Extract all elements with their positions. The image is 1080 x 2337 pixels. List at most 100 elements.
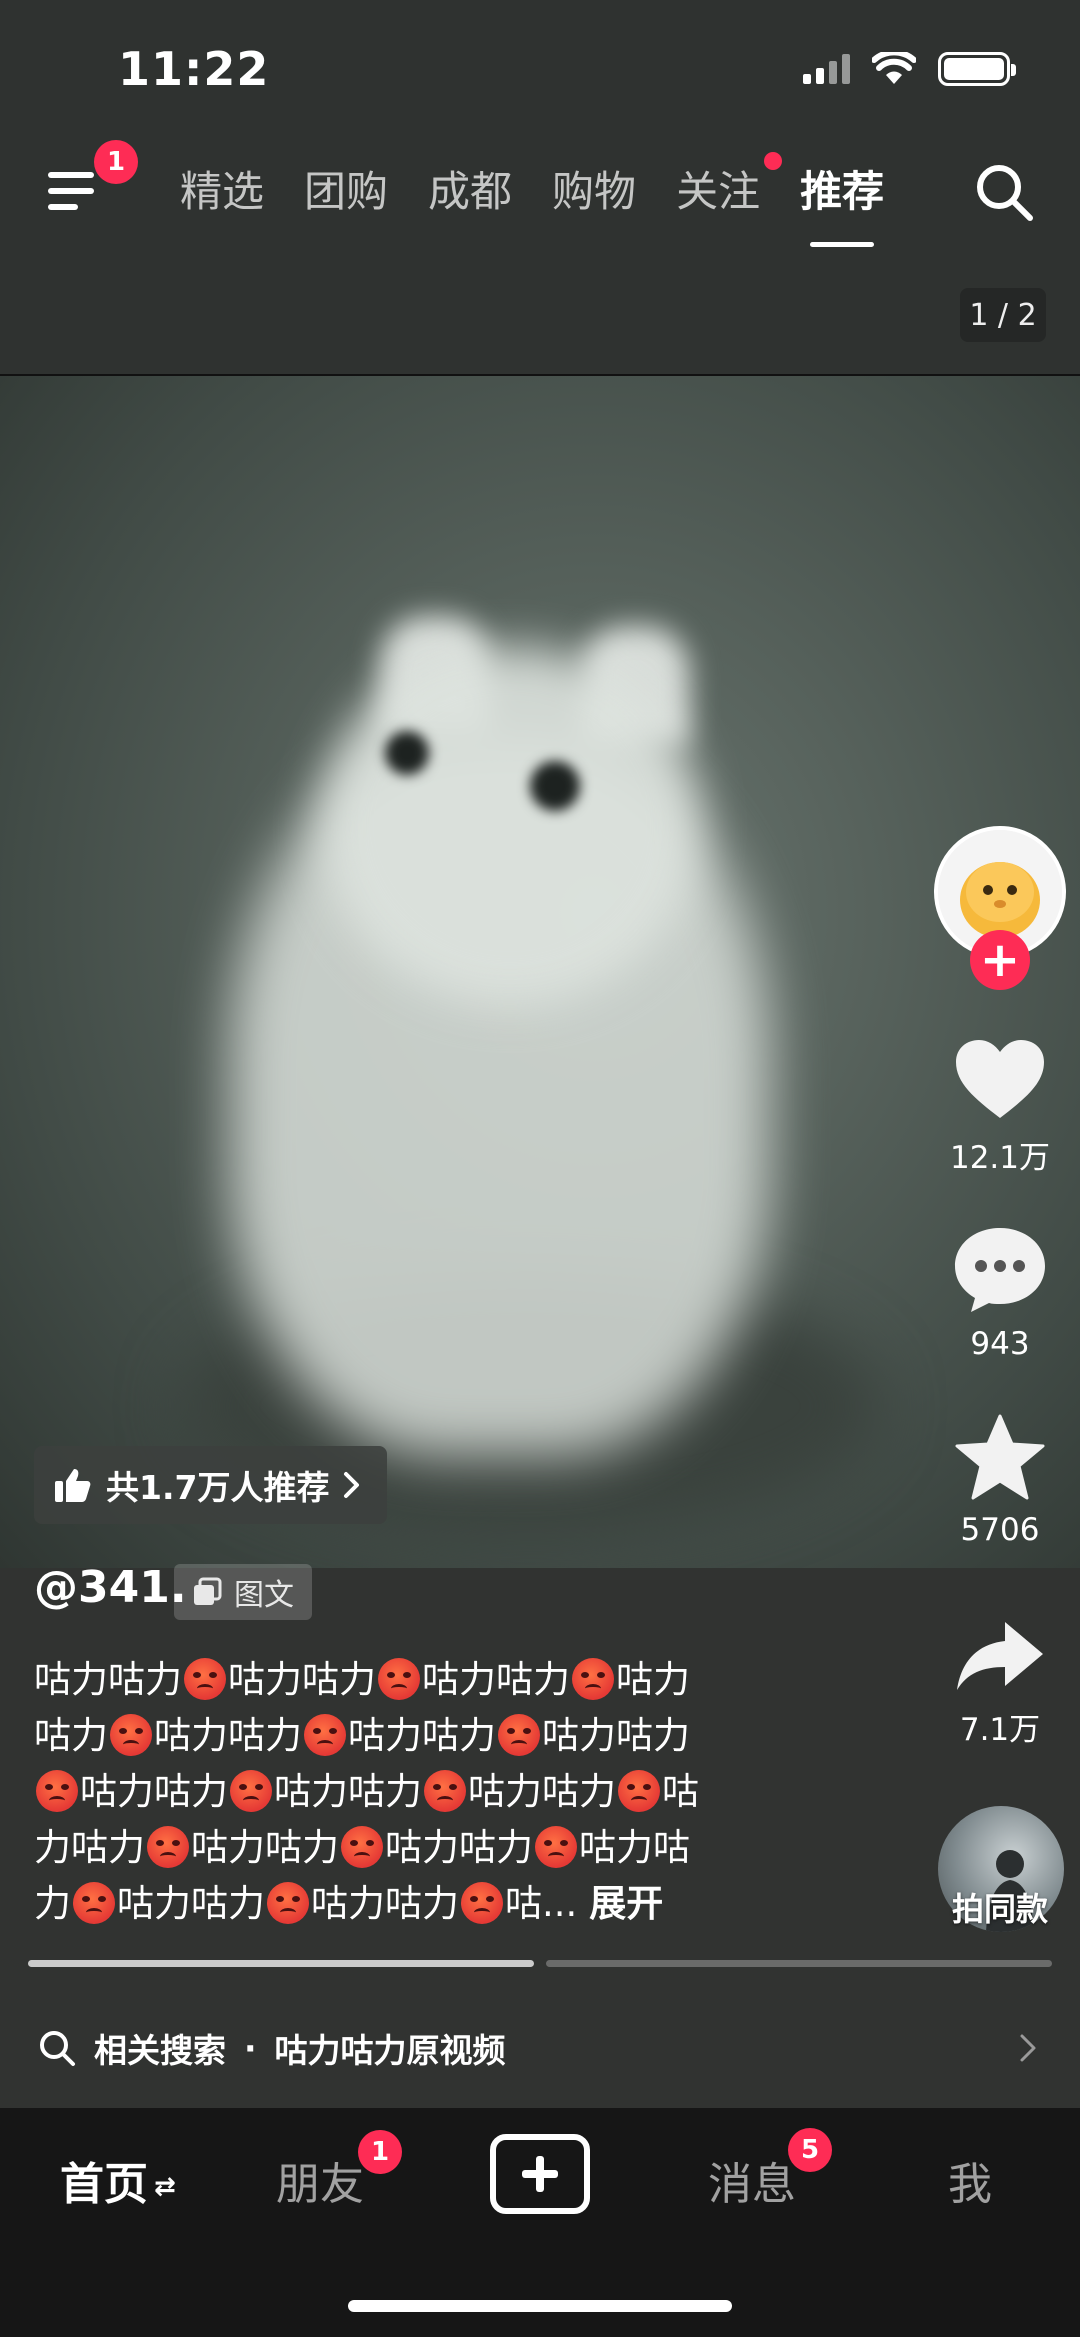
messages-badge: 5 [788, 2128, 832, 2172]
tab-chengdu[interactable]: 成都 [428, 158, 512, 219]
image-progress-1 [28, 1960, 534, 1967]
create-button[interactable] [490, 2134, 590, 2214]
menu-button[interactable] [48, 168, 98, 214]
related-search[interactable]: 相关搜索 · 咕力咕力原视频 [38, 2024, 506, 2072]
caption-seg: 咕力咕力 [154, 1714, 302, 1757]
tab-featured[interactable]: 精选 [180, 158, 264, 219]
post-type-label: 图文 [234, 1578, 294, 1613]
top-tabs: 精选 团购 成都 购物 关注 推荐 [180, 152, 884, 247]
tab-recommended[interactable]: 推荐 [800, 158, 884, 247]
caption-seg: 咕力咕力 [191, 1826, 339, 1869]
friends-badge: 1 [358, 2130, 402, 2174]
angry-emoji-icon [461, 1882, 503, 1924]
battery-icon [938, 52, 1016, 86]
hamster-eye-left [385, 731, 429, 775]
cellular-signal-icon [803, 54, 850, 84]
caption-seg: 咕力咕力 [311, 1882, 459, 1925]
angry-emoji-icon [535, 1826, 577, 1868]
image-progress-2 [546, 1960, 1052, 1967]
caption-seg: 咕力咕力 [348, 1714, 496, 1757]
caption-seg: 咕力咕力 [80, 1770, 228, 1813]
angry-emoji-icon [230, 1770, 272, 1812]
caption-seg: 咕力咕力 [385, 1826, 533, 1869]
heart-icon [956, 1040, 1044, 1118]
caption-seg: 咕... [505, 1882, 578, 1925]
favorite-action[interactable]: 5706 [940, 1414, 1060, 1548]
share-action[interactable]: 7.1万 [940, 1620, 1060, 1749]
chevron-right-icon[interactable] [1018, 2032, 1038, 2064]
caption-seg: 力 [34, 1882, 71, 1925]
caption-seg: 咕力咕力 [228, 1658, 376, 1701]
plus-icon [522, 2156, 558, 2192]
comment-count: 943 [970, 1326, 1030, 1362]
following-dot [764, 152, 783, 170]
caption-seg: 咕力咕力 [117, 1882, 265, 1925]
angry-emoji-icon [110, 1714, 152, 1756]
menu-icon [48, 172, 94, 178]
hamster-eye-right [530, 761, 580, 811]
gallery-icon [194, 1577, 222, 1605]
caption-seg: 咕力咕 [579, 1826, 690, 1869]
angry-emoji-icon [572, 1658, 614, 1700]
tab-home[interactable]: 首页 ⇄ [60, 2148, 176, 2212]
status-time: 11:22 [118, 42, 270, 96]
comment-icon [955, 1228, 1045, 1312]
author-name[interactable]: @341. [34, 1562, 187, 1613]
post-image[interactable] [0, 376, 1080, 1568]
angry-emoji-icon [36, 1770, 78, 1812]
caption-seg: 咕力咕力 [542, 1714, 690, 1757]
tab-group-buy[interactable]: 团购 [304, 158, 388, 219]
angry-emoji-icon [618, 1770, 660, 1812]
chevron-right-icon [344, 1472, 360, 1498]
angry-emoji-icon [147, 1826, 189, 1868]
tab-following: 关注 [676, 167, 761, 216]
recommend-chip[interactable]: 共1.7万人推荐 [34, 1446, 388, 1524]
angry-emoji-icon [378, 1658, 420, 1700]
related-query: 咕力咕力原视频 [274, 2031, 506, 2070]
wifi-icon [872, 52, 916, 84]
angry-emoji-icon [304, 1714, 346, 1756]
home-indicator [348, 2300, 732, 2312]
search-icon [40, 2031, 75, 2066]
page-indicator: 1 / 2 [960, 288, 1046, 342]
tab-home-label: 首页 [60, 2159, 148, 2210]
tab-shopping[interactable]: 购物 [552, 158, 636, 219]
caption-seg: 咕力咕力 [468, 1770, 616, 1813]
thumbs-up-icon [55, 1469, 91, 1502]
caption-seg: 咕 [662, 1770, 699, 1813]
favorite-count: 5706 [960, 1512, 1040, 1548]
comment-action[interactable]: 943 [940, 1226, 1060, 1362]
related-label: 相关搜索 [94, 2031, 226, 2070]
hamster-head [320, 646, 700, 1006]
related-separator: · [244, 2028, 257, 2068]
tab-me[interactable]: 我 [948, 2148, 992, 2212]
like-count: 12.1万 [949, 1140, 1051, 1176]
angry-emoji-icon [184, 1658, 226, 1700]
swap-icon: ⇄ [154, 2172, 176, 2202]
post-type-badge: 图文 [174, 1564, 312, 1620]
status-icons [803, 52, 1016, 86]
follow-button[interactable]: + [970, 930, 1030, 990]
tab-friends[interactable]: 朋友 [276, 2148, 364, 2212]
angry-emoji-icon [424, 1770, 466, 1812]
caption-seg: 咕力咕力 [274, 1770, 422, 1813]
remix-label[interactable]: 拍同款 [930, 1884, 1070, 1930]
tab-messages[interactable]: 消息 [708, 2148, 796, 2212]
angry-emoji-icon [267, 1882, 309, 1924]
angry-emoji-icon [498, 1714, 540, 1756]
caption-seg: 力咕力 [34, 1826, 145, 1869]
post-caption[interactable]: 咕力咕力 咕力咕力 咕力咕力 咕力 咕力 咕力咕力 咕力咕力 咕力咕力 咕力咕力 咕力咕力 咕力… [34, 1652, 834, 1932]
angry-emoji-icon [73, 1882, 115, 1924]
caption-seg: 咕力 [616, 1658, 690, 1701]
like-action[interactable]: 12.1万 [940, 1038, 1060, 1177]
caption-seg: 咕力咕力 [34, 1658, 182, 1701]
search-icon[interactable] [972, 160, 1036, 224]
recommend-text: 共1.7万人推荐 [106, 1468, 330, 1507]
caption-seg: 咕力 [34, 1714, 108, 1757]
menu-badge: 1 [94, 140, 138, 184]
star-icon [955, 1414, 1045, 1500]
angry-emoji-icon [341, 1826, 383, 1868]
expand-caption-button[interactable]: 展开 [589, 1882, 663, 1925]
tab-following-wrap[interactable]: 关注 [676, 152, 783, 219]
share-count: 7.1万 [959, 1712, 1041, 1748]
